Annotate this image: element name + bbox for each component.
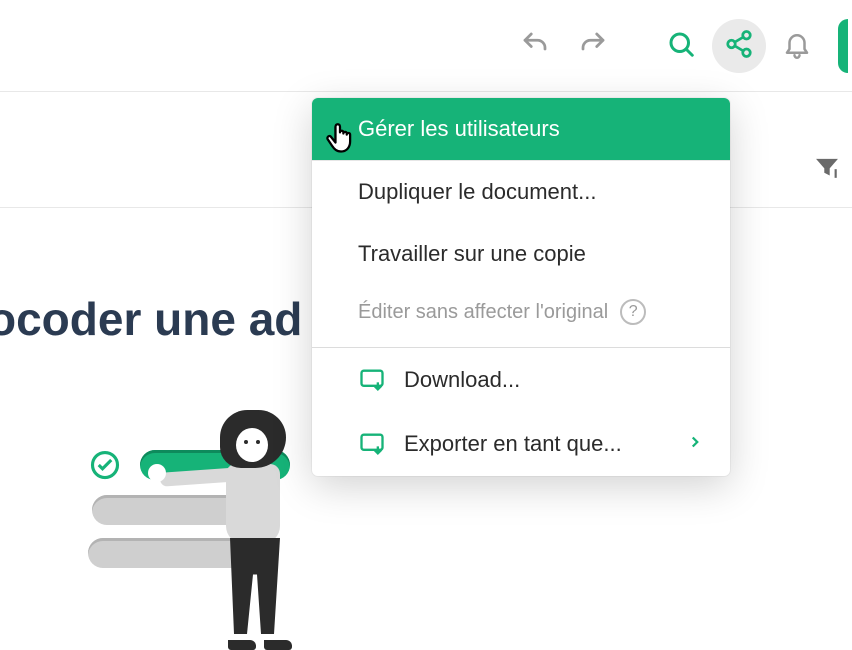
redo-button[interactable] bbox=[566, 19, 620, 73]
hero-illustration bbox=[80, 420, 320, 650]
help-icon[interactable]: ? bbox=[620, 299, 646, 325]
avatar[interactable] bbox=[838, 19, 848, 73]
undo-icon bbox=[520, 29, 550, 62]
menu-note: Éditer sans affecter l'original ? bbox=[312, 285, 730, 347]
check-icon bbox=[90, 450, 120, 480]
menu-item-export-as[interactable]: Exporter en tant que... bbox=[312, 412, 730, 476]
menu-item-work-on-copy[interactable]: Travailler sur une copie bbox=[312, 223, 730, 285]
menu-item-label: Gérer les utilisateurs bbox=[358, 116, 560, 142]
menu-item-download[interactable]: Download... bbox=[312, 348, 730, 412]
menu-note-text: Éditer sans affecter l'original bbox=[358, 301, 608, 324]
top-toolbar bbox=[0, 0, 852, 92]
redo-icon bbox=[578, 29, 608, 62]
menu-item-label: Travailler sur une copie bbox=[358, 241, 586, 267]
undo-button[interactable] bbox=[508, 19, 562, 73]
menu-item-label: Download... bbox=[404, 367, 520, 393]
menu-item-label: Exporter en tant que... bbox=[404, 431, 622, 457]
search-button[interactable] bbox=[654, 19, 708, 73]
share-icon bbox=[724, 29, 754, 62]
illustration-figure bbox=[190, 410, 310, 650]
download-icon bbox=[358, 366, 386, 394]
export-icon bbox=[358, 430, 386, 458]
share-button[interactable] bbox=[712, 19, 766, 73]
menu-item-label: Dupliquer le document... bbox=[358, 179, 596, 205]
bell-icon bbox=[782, 29, 812, 62]
page-title: ocoder une ad bbox=[0, 292, 302, 346]
search-icon bbox=[666, 29, 696, 62]
menu-item-manage-users[interactable]: Gérer les utilisateurs bbox=[312, 98, 730, 160]
filter-icon[interactable] bbox=[814, 154, 840, 185]
share-menu: Gérer les utilisateurs Dupliquer le docu… bbox=[312, 98, 730, 476]
notifications-button[interactable] bbox=[770, 19, 824, 73]
menu-item-duplicate[interactable]: Dupliquer le document... bbox=[312, 161, 730, 223]
chevron-right-icon bbox=[686, 431, 704, 457]
